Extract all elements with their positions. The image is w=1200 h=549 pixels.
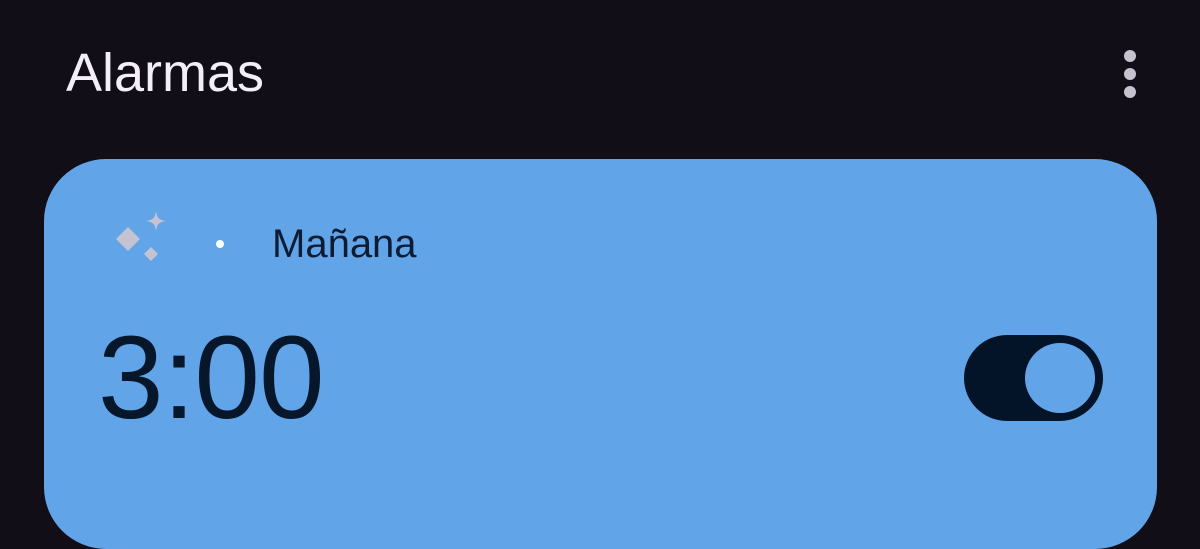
toggle-knob	[1025, 343, 1095, 413]
sparkle-icon	[116, 211, 166, 261]
more-options-button[interactable]	[1104, 46, 1156, 102]
alarm-time[interactable]: 3:00	[98, 313, 325, 443]
more-dot-icon	[1124, 50, 1136, 62]
separator-dot	[216, 240, 224, 248]
alarm-day-label: Mañana	[272, 222, 417, 266]
alarm-card[interactable]: Mañana 3:00	[44, 159, 1157, 549]
alarm-enable-toggle[interactable]	[964, 335, 1103, 421]
page-title: Alarmas	[66, 43, 265, 103]
more-dot-icon	[1124, 68, 1136, 80]
more-dot-icon	[1124, 86, 1136, 98]
app-header: Alarmas	[0, 0, 1200, 150]
